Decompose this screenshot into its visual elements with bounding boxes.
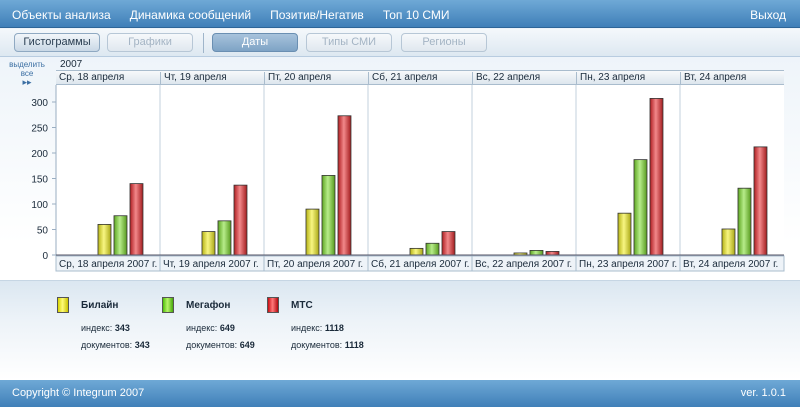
docs-value: 343 [134,340,150,350]
bar-МТС [441,231,456,256]
legend-swatch [57,297,69,313]
exit-link[interactable]: Выход [750,8,786,22]
bar-Билайн [97,223,112,256]
regions-button[interactable]: Регионы [401,33,487,52]
bar-Билайн [617,212,632,256]
menu-item-positive-negative[interactable]: Позитив/Негатив [270,8,364,22]
bar-Билайн [201,231,216,256]
bar-chart: 0 50 100 150 200 250 300 Ср, 18 апреля 2007 г. Ч… [31,85,785,272]
legend-swatch [267,297,279,313]
x-tick-label: Сб, 21 апреля 2007 г. [371,258,469,270]
bar-Билайн [409,247,424,256]
dates-button[interactable]: Даты [212,33,298,52]
x-tick-label: Вт, 24 апреля 2007 г. [683,259,778,270]
main-menu: Объекты анализа Динамика сообщений Позит… [12,8,450,22]
legend-panel: Билайн индекс: 343 документов: 343 Мегаф… [0,280,800,380]
graphs-button[interactable]: Графики [107,33,193,52]
y-tick-label: 300 [31,98,48,109]
index-label: индекс: [291,323,323,333]
y-tick-label: 200 [31,149,48,160]
day-header[interactable]: Вс, 22 апреля [472,72,540,85]
y-tick-label: 250 [31,124,48,135]
docs-value: 1118 [344,340,364,350]
bar-Мегафон [633,159,648,256]
media-types-button[interactable]: Типы СМИ [306,33,392,52]
day-header-row: Ср, 18 апреля Чт, 19 апреля Пт, 20 апрел… [56,70,784,85]
menu-item-message-dynamics[interactable]: Динамика сообщений [130,8,251,22]
histograms-button[interactable]: Гистограммы [14,33,100,52]
x-tick-label: Пт, 20 апреля 2007 г. [267,259,363,270]
legend-label: Мегафон [186,300,231,311]
day-header[interactable]: Ср, 18 апреля [56,72,124,85]
day-header[interactable]: Пт, 20 апреля [264,72,331,85]
top-menu-bar: Объекты анализа Динамика сообщений Позит… [0,0,800,28]
day-header[interactable]: Сб, 21 апреля [368,72,437,85]
menu-item-top-10-media[interactable]: Топ 10 СМИ [383,8,450,22]
toolbar-divider [203,33,204,53]
bar-МТС [649,98,664,256]
x-tick-label: Пн, 23 апреля 2007 г. [579,259,677,270]
bar-Билайн [721,228,736,256]
index-value: 1118 [324,323,344,333]
docs-label: документов: [81,340,133,350]
docs-label: документов: [291,340,343,350]
bar-Билайн [305,208,320,256]
select-all-label: выделить все [9,60,45,78]
legend-swatch [162,297,174,313]
docs-value: 649 [239,340,255,350]
version-text: ver. 1.0.1 [740,387,786,399]
day-header[interactable]: Пн, 23 апреля [576,72,645,85]
select-all-link[interactable]: выделить все ▸▸ [3,60,51,87]
copyright-text: Copyright © Integrum 2007 [12,387,145,399]
bar-МТС [233,184,248,256]
view-toolbar: Гистограммы Графики Даты Типы СМИ Регион… [0,29,800,57]
year-label: 2007 [60,59,83,70]
y-tick-label: 150 [31,175,48,186]
x-tick-label: Чт, 19 апреля 2007 г. [163,259,259,270]
bar-МТС [337,115,352,256]
index-label: индекс: [81,323,113,333]
bar-Мегафон [113,215,128,256]
index-label: индекс: [186,323,218,333]
day-header[interactable]: Чт, 19 апреля [160,72,227,85]
docs-label: документов: [186,340,238,350]
bar-Мегафон [321,175,336,256]
day-header[interactable]: Вт, 24 апреля [680,72,746,85]
bar-МТС [545,251,560,256]
index-value: 649 [219,323,235,333]
y-tick-label: 50 [37,226,49,237]
menu-item-analysis-objects[interactable]: Объекты анализа [12,8,111,22]
x-tick-label: Ср, 18 апреля 2007 г. [59,259,157,270]
bar-Мегафон [425,242,440,256]
y-tick-label: 100 [31,200,48,211]
legend-label: Билайн [81,300,119,311]
bar-Мегафон [737,187,752,256]
bar-МТС [753,146,768,256]
index-value: 343 [114,323,130,333]
footer-bar: Copyright © Integrum 2007 ver. 1.0.1 [0,380,800,407]
bar-МТС [129,183,144,256]
bar-Мегафон [529,250,544,256]
x-tick-label: Вс, 22 апреля 2007 г. [475,259,572,270]
legend-label: МТС [291,300,313,311]
plot-area [56,85,784,255]
bar-Мегафон [217,220,232,256]
y-tick-label: 0 [42,251,48,262]
